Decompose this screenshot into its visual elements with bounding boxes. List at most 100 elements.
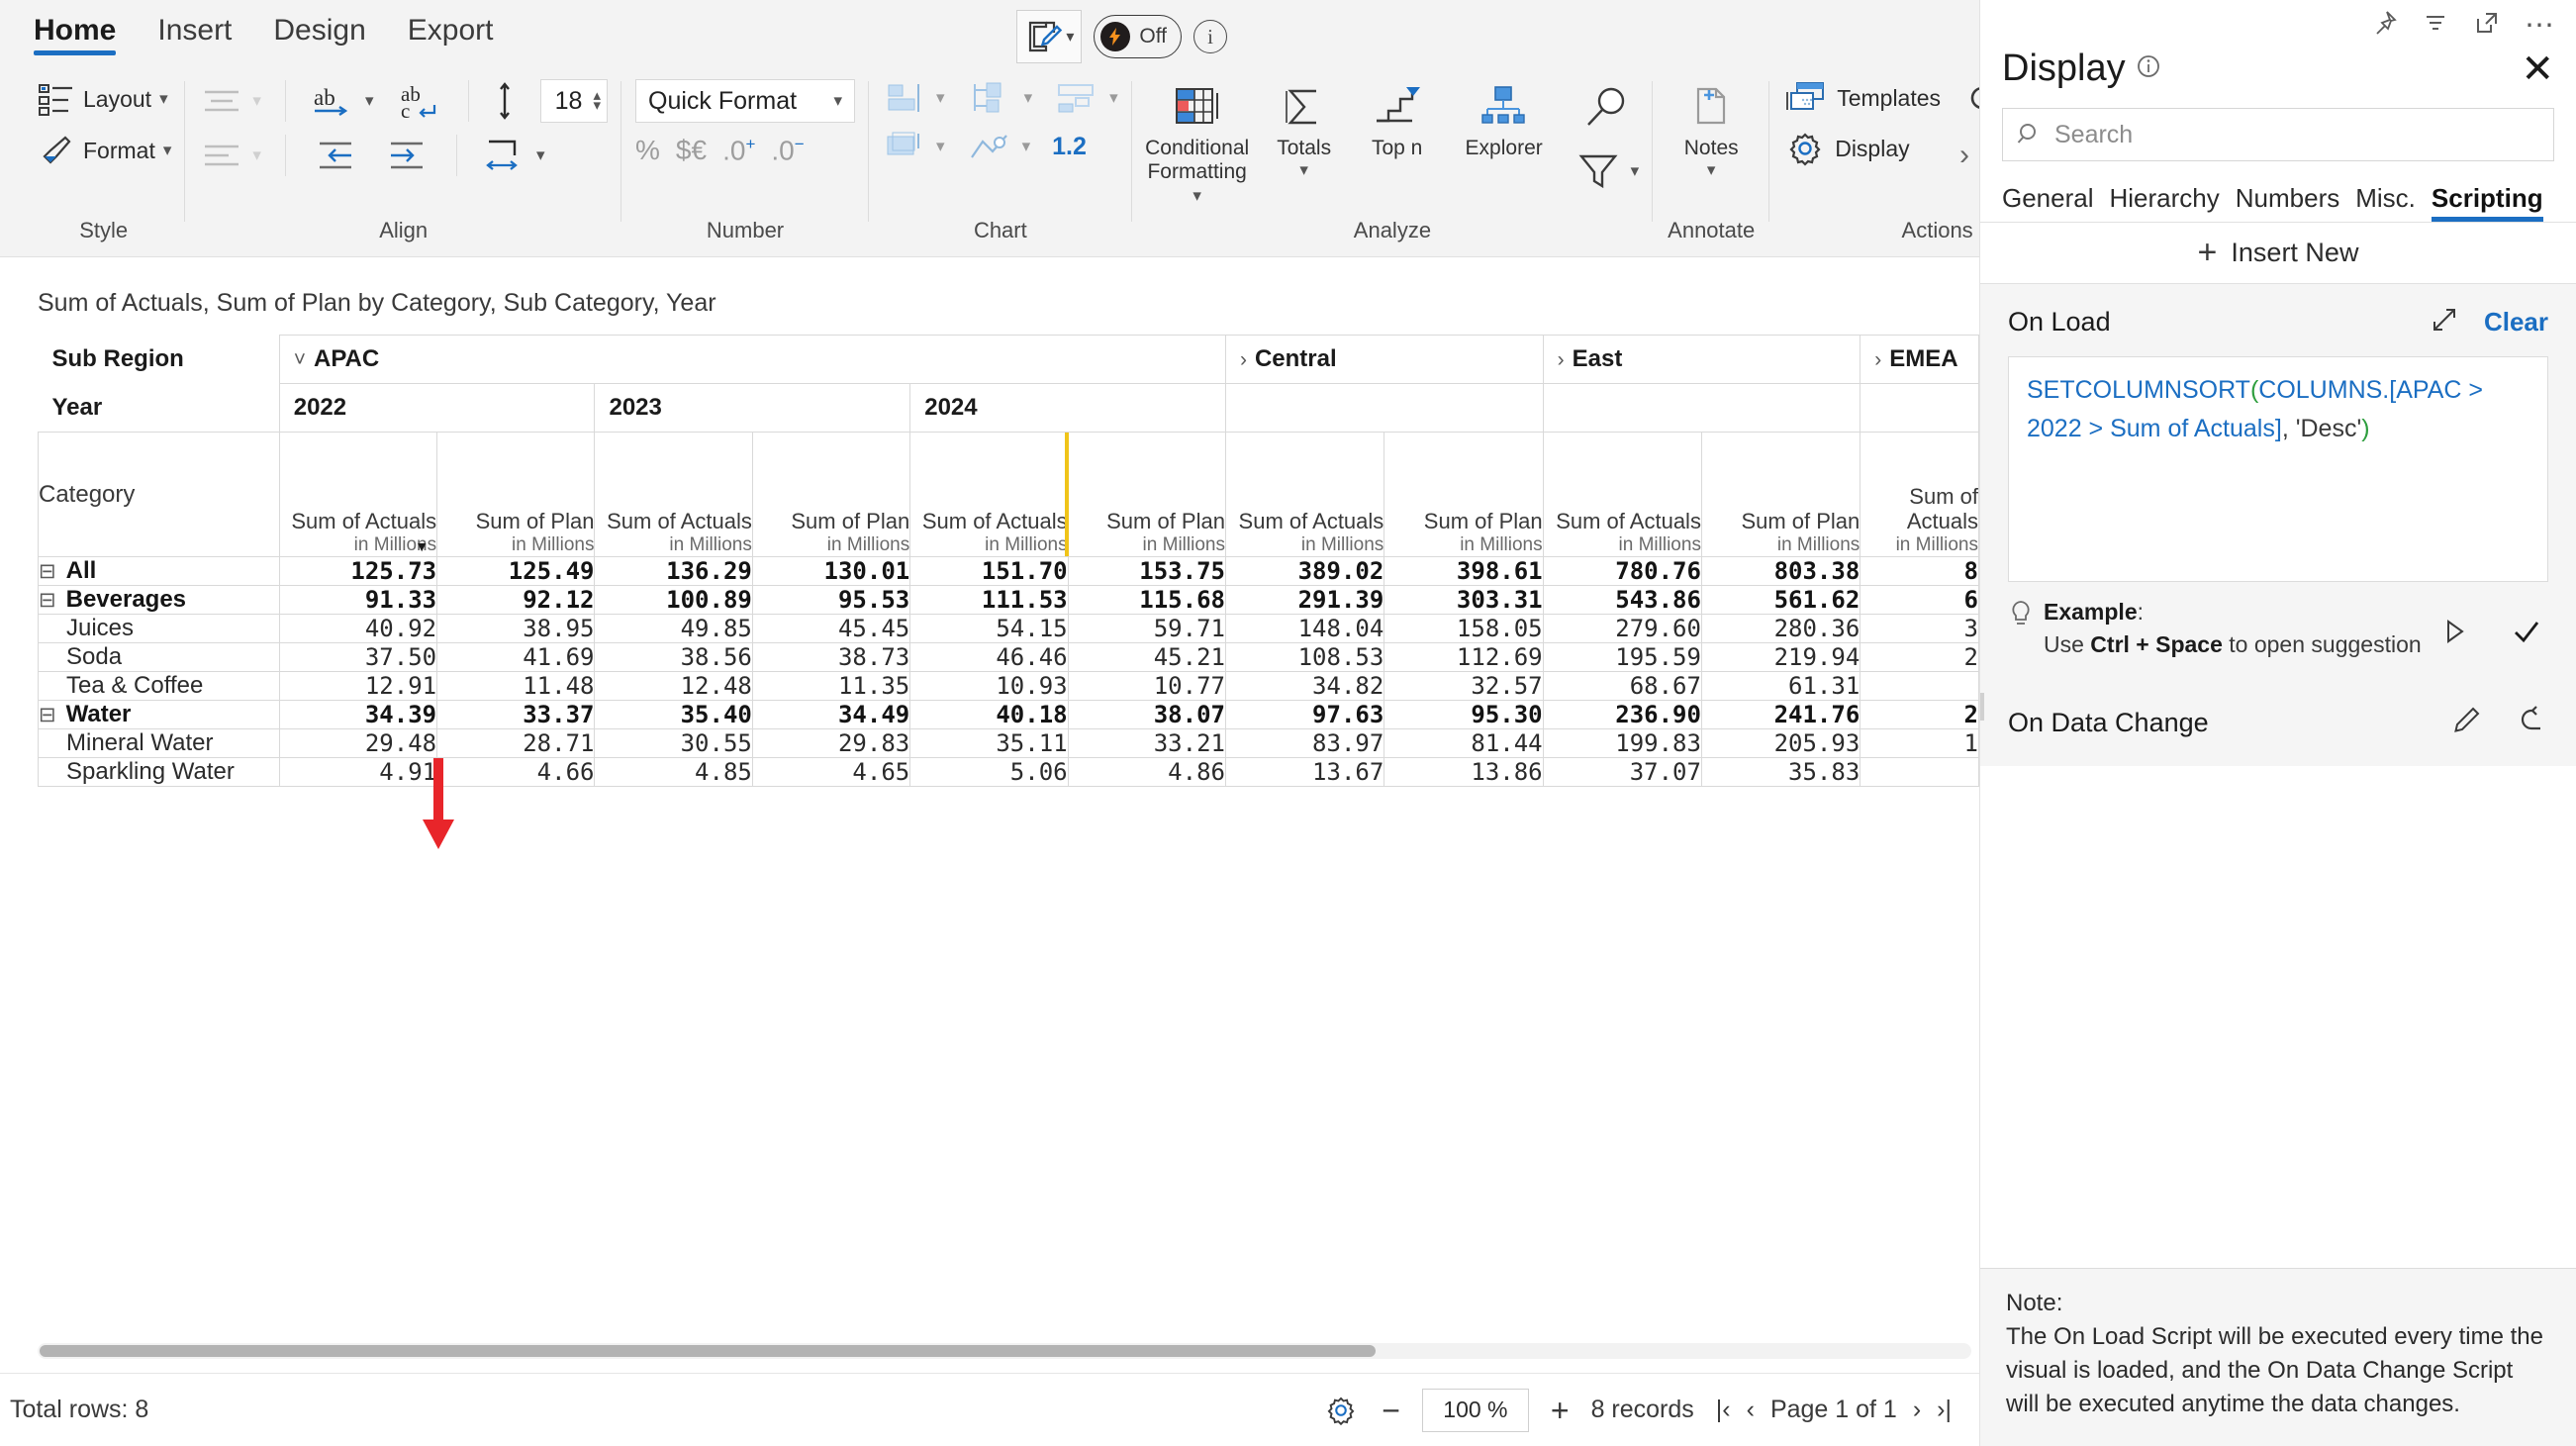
tab-scripting[interactable]: Scripting bbox=[2431, 183, 2543, 222]
table-cell[interactable]: 10.77 bbox=[1067, 671, 1226, 701]
column-header-apac-2022-plan[interactable]: Sum of Plan in Millions bbox=[436, 432, 596, 557]
area-chart-button[interactable]: ▾ bbox=[883, 129, 945, 164]
table-cell[interactable]: 37.50 bbox=[278, 642, 438, 672]
display-button[interactable]: Display bbox=[1783, 129, 1941, 168]
table-cell[interactable]: 40.92 bbox=[278, 614, 438, 643]
notes-button[interactable]: Notes ▾ bbox=[1667, 79, 1756, 180]
table-cell[interactable]: 241.76 bbox=[1700, 700, 1861, 729]
reset-icon[interactable] bbox=[2519, 705, 2548, 740]
table-cell[interactable]: 108.53 bbox=[1224, 642, 1385, 672]
column-header-east-plan[interactable]: Sum of Plan in Millions bbox=[1700, 432, 1861, 557]
table-cell[interactable]: 30.55 bbox=[594, 728, 753, 758]
pin-icon[interactable] bbox=[2370, 9, 2398, 42]
table-cell[interactable]: 95.30 bbox=[1383, 700, 1544, 729]
edit-mode-button[interactable]: ▾ bbox=[1016, 10, 1083, 63]
table-cell[interactable]: 195.59 bbox=[1542, 642, 1702, 672]
decimal-toggle-button[interactable]: 1.2 bbox=[1052, 133, 1087, 161]
table-cell[interactable]: 12.48 bbox=[594, 671, 753, 701]
table-cell[interactable]: 34.39 bbox=[278, 700, 438, 729]
increase-indent-button[interactable] bbox=[383, 137, 432, 174]
collapse-toggle-icon[interactable]: ⊟ bbox=[39, 589, 56, 612]
column-header-east-actuals[interactable]: Sum of Actuals in Millions bbox=[1542, 432, 1702, 557]
column-header-apac-2023-plan[interactable]: Sum of Plan in Millions bbox=[751, 432, 911, 557]
tab-misc[interactable]: Misc. bbox=[2355, 183, 2416, 222]
row-label[interactable]: Mineral Water bbox=[38, 728, 280, 758]
column-group-apac[interactable]: ˅ APAC bbox=[278, 335, 1226, 384]
table-cell[interactable]: 34.49 bbox=[751, 700, 911, 729]
column-header-central-actuals[interactable]: Sum of Actuals in Millions bbox=[1224, 432, 1385, 557]
table-cell[interactable]: 148.04 bbox=[1224, 614, 1385, 643]
table-row[interactable]: Juices 40.92 38.95 49.85 45.45 54.15 59.71 148.… bbox=[38, 614, 1979, 643]
zoom-level-display[interactable]: 100 % bbox=[1421, 1388, 1529, 1432]
year-group-2024[interactable]: 2024 bbox=[909, 383, 1226, 433]
scrollbar-thumb[interactable] bbox=[40, 1345, 1376, 1357]
close-icon[interactable]: ✕ bbox=[2521, 49, 2554, 89]
table-cell[interactable]: 4.86 bbox=[1067, 757, 1226, 787]
table-cell[interactable]: 100.89 bbox=[594, 585, 753, 615]
font-size-stepper[interactable]: 18 ▴ ▾ bbox=[540, 79, 609, 123]
filter-button[interactable]: ▾ bbox=[1574, 148, 1639, 194]
table-cell[interactable]: 8 bbox=[1860, 556, 1979, 586]
table-cell[interactable]: 125.49 bbox=[436, 556, 596, 586]
chevron-down-icon[interactable]: ˅ bbox=[294, 348, 306, 371]
row-label[interactable]: Soda bbox=[38, 642, 280, 672]
table-cell[interactable]: 11.48 bbox=[436, 671, 596, 701]
popout-icon[interactable] bbox=[2473, 9, 2501, 42]
ribbon-overflow-button[interactable]: › bbox=[1959, 139, 1969, 172]
table-cell[interactable]: 59.71 bbox=[1067, 614, 1226, 643]
table-cell[interactable]: 236.90 bbox=[1542, 700, 1702, 729]
table-cell[interactable]: 40.18 bbox=[909, 700, 1069, 729]
column-group-east[interactable]: › East bbox=[1542, 335, 1861, 384]
table-cell[interactable] bbox=[1860, 757, 1979, 787]
line-chart-button[interactable]: ▾ bbox=[967, 130, 1030, 163]
table-cell[interactable]: 4.65 bbox=[751, 757, 911, 787]
table-cell[interactable]: 45.45 bbox=[751, 614, 911, 643]
column-width-button[interactable]: ▾ bbox=[481, 136, 544, 175]
run-script-button[interactable] bbox=[2441, 618, 2467, 650]
first-page-button[interactable]: |‹ bbox=[1716, 1396, 1731, 1424]
table-cell[interactable]: 29.48 bbox=[278, 728, 438, 758]
table-cell[interactable]: 153.75 bbox=[1067, 556, 1226, 586]
align-horizontal-button[interactable]: ▾ bbox=[199, 139, 261, 172]
table-chart-button[interactable]: ▾ bbox=[1054, 80, 1118, 116]
tab-design[interactable]: Design bbox=[273, 14, 365, 55]
table-cell[interactable]: 3 bbox=[1860, 614, 1979, 643]
stepper-arrows[interactable]: ▴ ▾ bbox=[593, 88, 601, 113]
table-cell[interactable]: 115.68 bbox=[1067, 585, 1226, 615]
format-painter-button[interactable]: Format ▾ bbox=[36, 131, 171, 170]
edit-pencil-icon[interactable] bbox=[2451, 706, 2481, 740]
table-row[interactable]: Mineral Water 29.48 28.71 30.55 29.83 35.11 33… bbox=[38, 728, 1979, 758]
more-options-icon[interactable]: ⋯ bbox=[2525, 10, 2554, 40]
table-row[interactable]: Sparkling Water 4.91 4.66 4.85 4.65 5.06 4.86 1… bbox=[38, 757, 1979, 787]
table-cell[interactable]: 83.97 bbox=[1224, 728, 1385, 758]
table-cell[interactable] bbox=[1860, 671, 1979, 701]
text-direction-button[interactable]: ab ▾ bbox=[310, 81, 373, 121]
table-cell[interactable]: 303.31 bbox=[1383, 585, 1544, 615]
chevron-right-icon[interactable]: › bbox=[1874, 348, 1881, 371]
info-icon[interactable] bbox=[2136, 53, 2161, 84]
table-cell[interactable]: 4.91 bbox=[278, 757, 438, 787]
row-label[interactable]: Tea & Coffee bbox=[38, 671, 280, 701]
currency-format-button[interactable]: $€ bbox=[676, 135, 707, 166]
next-page-button[interactable]: › bbox=[1913, 1396, 1921, 1424]
table-cell[interactable]: 11.35 bbox=[751, 671, 911, 701]
table-cell[interactable]: 398.61 bbox=[1383, 556, 1544, 586]
table-cell[interactable]: 2 bbox=[1860, 642, 1979, 672]
table-cell[interactable]: 136.29 bbox=[594, 556, 753, 586]
column-header-central-plan[interactable]: Sum of Plan in Millions bbox=[1383, 432, 1544, 557]
table-cell[interactable]: 35.11 bbox=[909, 728, 1069, 758]
table-cell[interactable]: 95.53 bbox=[751, 585, 911, 615]
totals-button[interactable]: Totals ▾ bbox=[1267, 79, 1342, 180]
expand-editor-icon[interactable] bbox=[2431, 306, 2458, 338]
quick-format-dropdown[interactable]: Quick Format ▾ bbox=[635, 79, 856, 123]
table-row[interactable]: ⊟ Water 34.39 33.37 35.40 34.49 40.18 38.07 97.6… bbox=[38, 700, 1979, 729]
column-header-apac-2023-actuals[interactable]: Sum of Actuals in Millions bbox=[594, 432, 753, 557]
table-cell[interactable]: 6 bbox=[1860, 585, 1979, 615]
table-cell[interactable]: 151.70 bbox=[909, 556, 1069, 586]
collapse-toggle-icon[interactable]: ⊟ bbox=[39, 704, 56, 726]
horizontal-scrollbar[interactable] bbox=[38, 1343, 1971, 1359]
tab-insert[interactable]: Insert bbox=[157, 14, 232, 55]
table-cell[interactable]: 389.02 bbox=[1224, 556, 1385, 586]
top-n-button[interactable]: Top n bbox=[1360, 79, 1435, 160]
table-cell[interactable]: 219.94 bbox=[1700, 642, 1861, 672]
